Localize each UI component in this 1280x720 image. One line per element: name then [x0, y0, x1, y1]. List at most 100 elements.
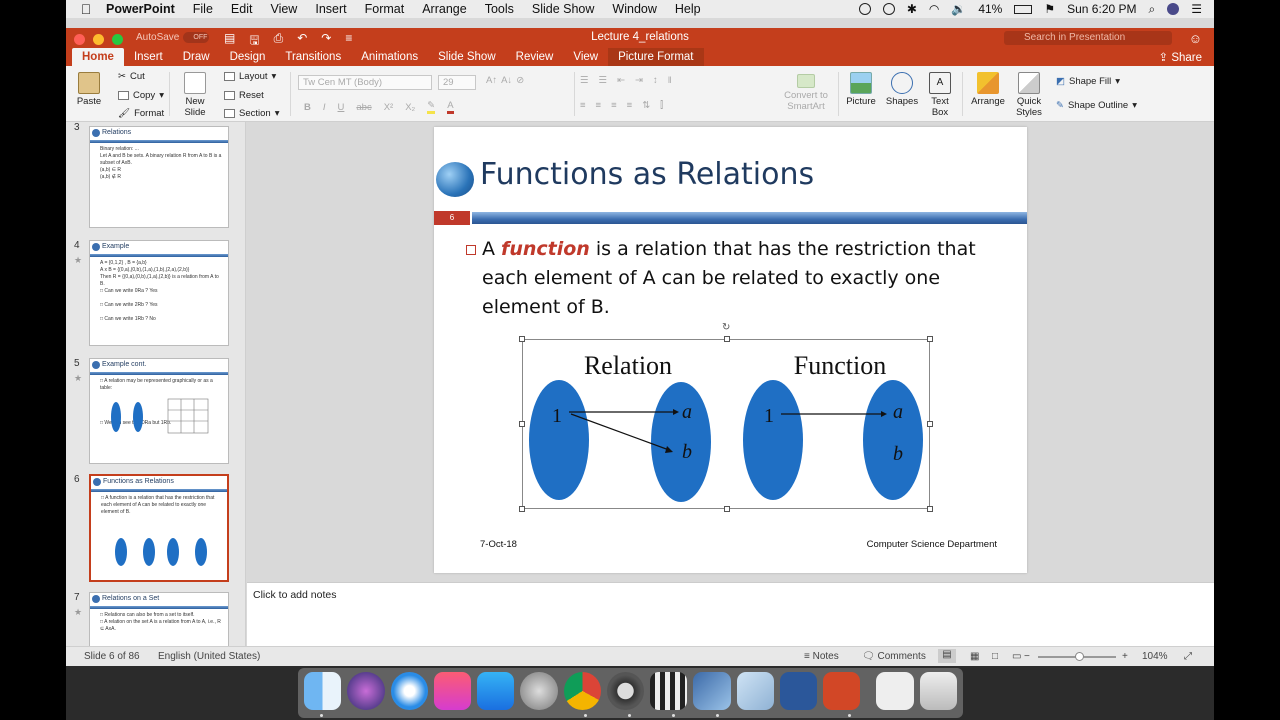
- siri-icon[interactable]: [347, 672, 385, 710]
- notification-center-icon[interactable]: ☰: [1191, 2, 1202, 16]
- feedback-icon[interactable]: ☺: [1189, 31, 1202, 46]
- bullets-icon[interactable]: ☰: [580, 75, 589, 86]
- font-size-select[interactable]: 29: [438, 75, 476, 90]
- menu-help[interactable]: Help: [675, 2, 701, 16]
- new-slide-button[interactable]: New Slide: [178, 72, 212, 118]
- reset-button[interactable]: Reset: [224, 90, 264, 101]
- menu-arrange[interactable]: Arrange: [422, 2, 466, 16]
- slide-thumbnail[interactable]: Example A = {0,1,2} , B = {a,b} A x B = …: [89, 240, 229, 346]
- slide-thumbnail[interactable]: Relations Binary relation: ... Let A and…: [89, 126, 229, 228]
- zoom-out-button[interactable]: −: [1024, 651, 1030, 662]
- reading-view-icon[interactable]: □: [992, 651, 998, 662]
- word-icon[interactable]: [779, 672, 818, 710]
- tab-picture-format[interactable]: Picture Format: [608, 48, 704, 66]
- zoom-slider[interactable]: [1038, 652, 1116, 661]
- align-left-icon[interactable]: ≡: [580, 100, 586, 111]
- virtual-box-icon[interactable]: [736, 672, 774, 710]
- justify-icon[interactable]: ≡: [627, 100, 633, 111]
- resize-handle[interactable]: [927, 506, 933, 512]
- shape-outline-button[interactable]: ✎ Shape Outline ▾: [1056, 100, 1137, 111]
- text-box-button[interactable]: A Text Box: [926, 72, 954, 118]
- paste-button[interactable]: Paste: [74, 72, 104, 107]
- apple-menu-icon[interactable]: : [66, 1, 106, 17]
- resize-handle[interactable]: [724, 336, 730, 342]
- slide-thumbnail-selected[interactable]: Functions as Relations □ A function is a…: [89, 474, 229, 582]
- columns-icon[interactable]: ‖: [668, 75, 672, 86]
- quick-styles-button[interactable]: Quick Styles: [1012, 72, 1046, 118]
- strikethrough-icon[interactable]: abc: [356, 102, 371, 113]
- slide[interactable]: Functions as Relations 6 A function is a…: [434, 127, 1027, 573]
- flag-icon[interactable]: ⚑: [1044, 2, 1055, 16]
- tab-design[interactable]: Design: [220, 48, 276, 66]
- resize-handle[interactable]: [519, 506, 525, 512]
- quicktime-icon[interactable]: [606, 672, 645, 710]
- tab-home[interactable]: Home: [72, 48, 124, 66]
- menu-edit[interactable]: Edit: [231, 2, 253, 16]
- preview-icon[interactable]: [693, 672, 731, 710]
- resize-handle[interactable]: [927, 421, 933, 427]
- decrease-indent-icon[interactable]: ⇤: [617, 75, 625, 86]
- increase-indent-icon[interactable]: ⇥: [635, 75, 643, 86]
- comments-button[interactable]: 🗨 Comments: [862, 651, 926, 662]
- tab-slide-show[interactable]: Slide Show: [428, 48, 506, 66]
- resize-handle[interactable]: [724, 506, 730, 512]
- share-button[interactable]: ⇪ Share: [1158, 50, 1202, 64]
- line-spacing-icon[interactable]: ↕: [653, 75, 658, 86]
- record-icon[interactable]: [858, 3, 871, 15]
- user-icon[interactable]: [1167, 3, 1180, 15]
- text-direction-icon[interactable]: ⇅: [642, 100, 650, 111]
- wifi-icon[interactable]: ◠: [929, 2, 939, 16]
- italic-icon[interactable]: I: [323, 102, 326, 113]
- language-indicator[interactable]: English (United States): [158, 651, 260, 662]
- notes-button[interactable]: ≡ Notes: [804, 651, 839, 662]
- picture-button[interactable]: Picture: [844, 72, 878, 107]
- align-text-icon[interactable]: ⫿: [660, 100, 663, 111]
- subscript-icon[interactable]: X₂: [405, 102, 415, 113]
- tab-view[interactable]: View: [563, 48, 608, 66]
- menu-view[interactable]: View: [270, 2, 297, 16]
- system-preferences-icon[interactable]: [520, 672, 558, 710]
- slide-sorter-icon[interactable]: ▦: [970, 651, 979, 662]
- bullet-text[interactable]: A function is a relation that has the re…: [466, 235, 982, 322]
- tab-draw[interactable]: Draw: [173, 48, 220, 66]
- rotate-handle-icon[interactable]: ↻: [722, 322, 730, 333]
- bluetooth-icon[interactable]: ✱: [907, 2, 917, 16]
- zoom-slider-thumb[interactable]: [1074, 652, 1084, 661]
- highlight-icon[interactable]: ✎: [427, 100, 436, 114]
- align-center-icon[interactable]: ≡: [596, 100, 602, 111]
- tab-transitions[interactable]: Transitions: [275, 48, 351, 66]
- menu-tools[interactable]: Tools: [485, 2, 514, 16]
- shrink-font-icon[interactable]: A↓: [501, 75, 512, 86]
- menu-format[interactable]: Format: [365, 2, 405, 16]
- zoom-level[interactable]: 104%: [1142, 651, 1168, 662]
- volume-icon[interactable]: 🔉: [951, 2, 966, 16]
- superscript-icon[interactable]: X²: [384, 102, 394, 113]
- menu-app-name[interactable]: PowerPoint: [106, 2, 175, 16]
- safari-icon[interactable]: [390, 672, 428, 710]
- clear-format-icon[interactable]: ⊘: [516, 75, 524, 86]
- battery-percent[interactable]: 41%: [978, 2, 1002, 16]
- shapes-button[interactable]: Shapes: [884, 72, 920, 107]
- slide-show-icon[interactable]: ▭: [1012, 651, 1021, 662]
- font-name-select[interactable]: Tw Cen MT (Body): [298, 75, 432, 90]
- slide-thumbnail[interactable]: Example cont. □ A relation may be repres…: [89, 358, 229, 464]
- tab-animations[interactable]: Animations: [351, 48, 428, 66]
- fit-to-window-icon[interactable]: ⤢: [1184, 651, 1192, 662]
- grow-font-icon[interactable]: A↑: [486, 75, 497, 86]
- arrange-button[interactable]: Arrange: [968, 72, 1008, 107]
- convert-to-smartart-button[interactable]: Convert to SmartArt: [780, 74, 832, 112]
- align-right-icon[interactable]: ≡: [611, 100, 617, 111]
- trash-icon[interactable]: [919, 672, 957, 710]
- selected-picture[interactable]: Relation Function 1 a b 1 a b ↻: [519, 322, 933, 512]
- tab-insert[interactable]: Insert: [124, 48, 173, 66]
- resize-handle[interactable]: [519, 336, 525, 342]
- powerpoint-icon[interactable]: [823, 672, 861, 710]
- numbering-icon[interactable]: ☰: [599, 75, 608, 86]
- underline-icon[interactable]: U: [338, 102, 345, 113]
- tab-review[interactable]: Review: [506, 48, 564, 66]
- menu-file[interactable]: File: [193, 2, 213, 16]
- resize-handle[interactable]: [519, 421, 525, 427]
- search-input[interactable]: Search in Presentation: [1004, 31, 1172, 45]
- zoom-in-button[interactable]: +: [1122, 651, 1128, 662]
- cut-button[interactable]: ✂ Cut: [118, 71, 145, 82]
